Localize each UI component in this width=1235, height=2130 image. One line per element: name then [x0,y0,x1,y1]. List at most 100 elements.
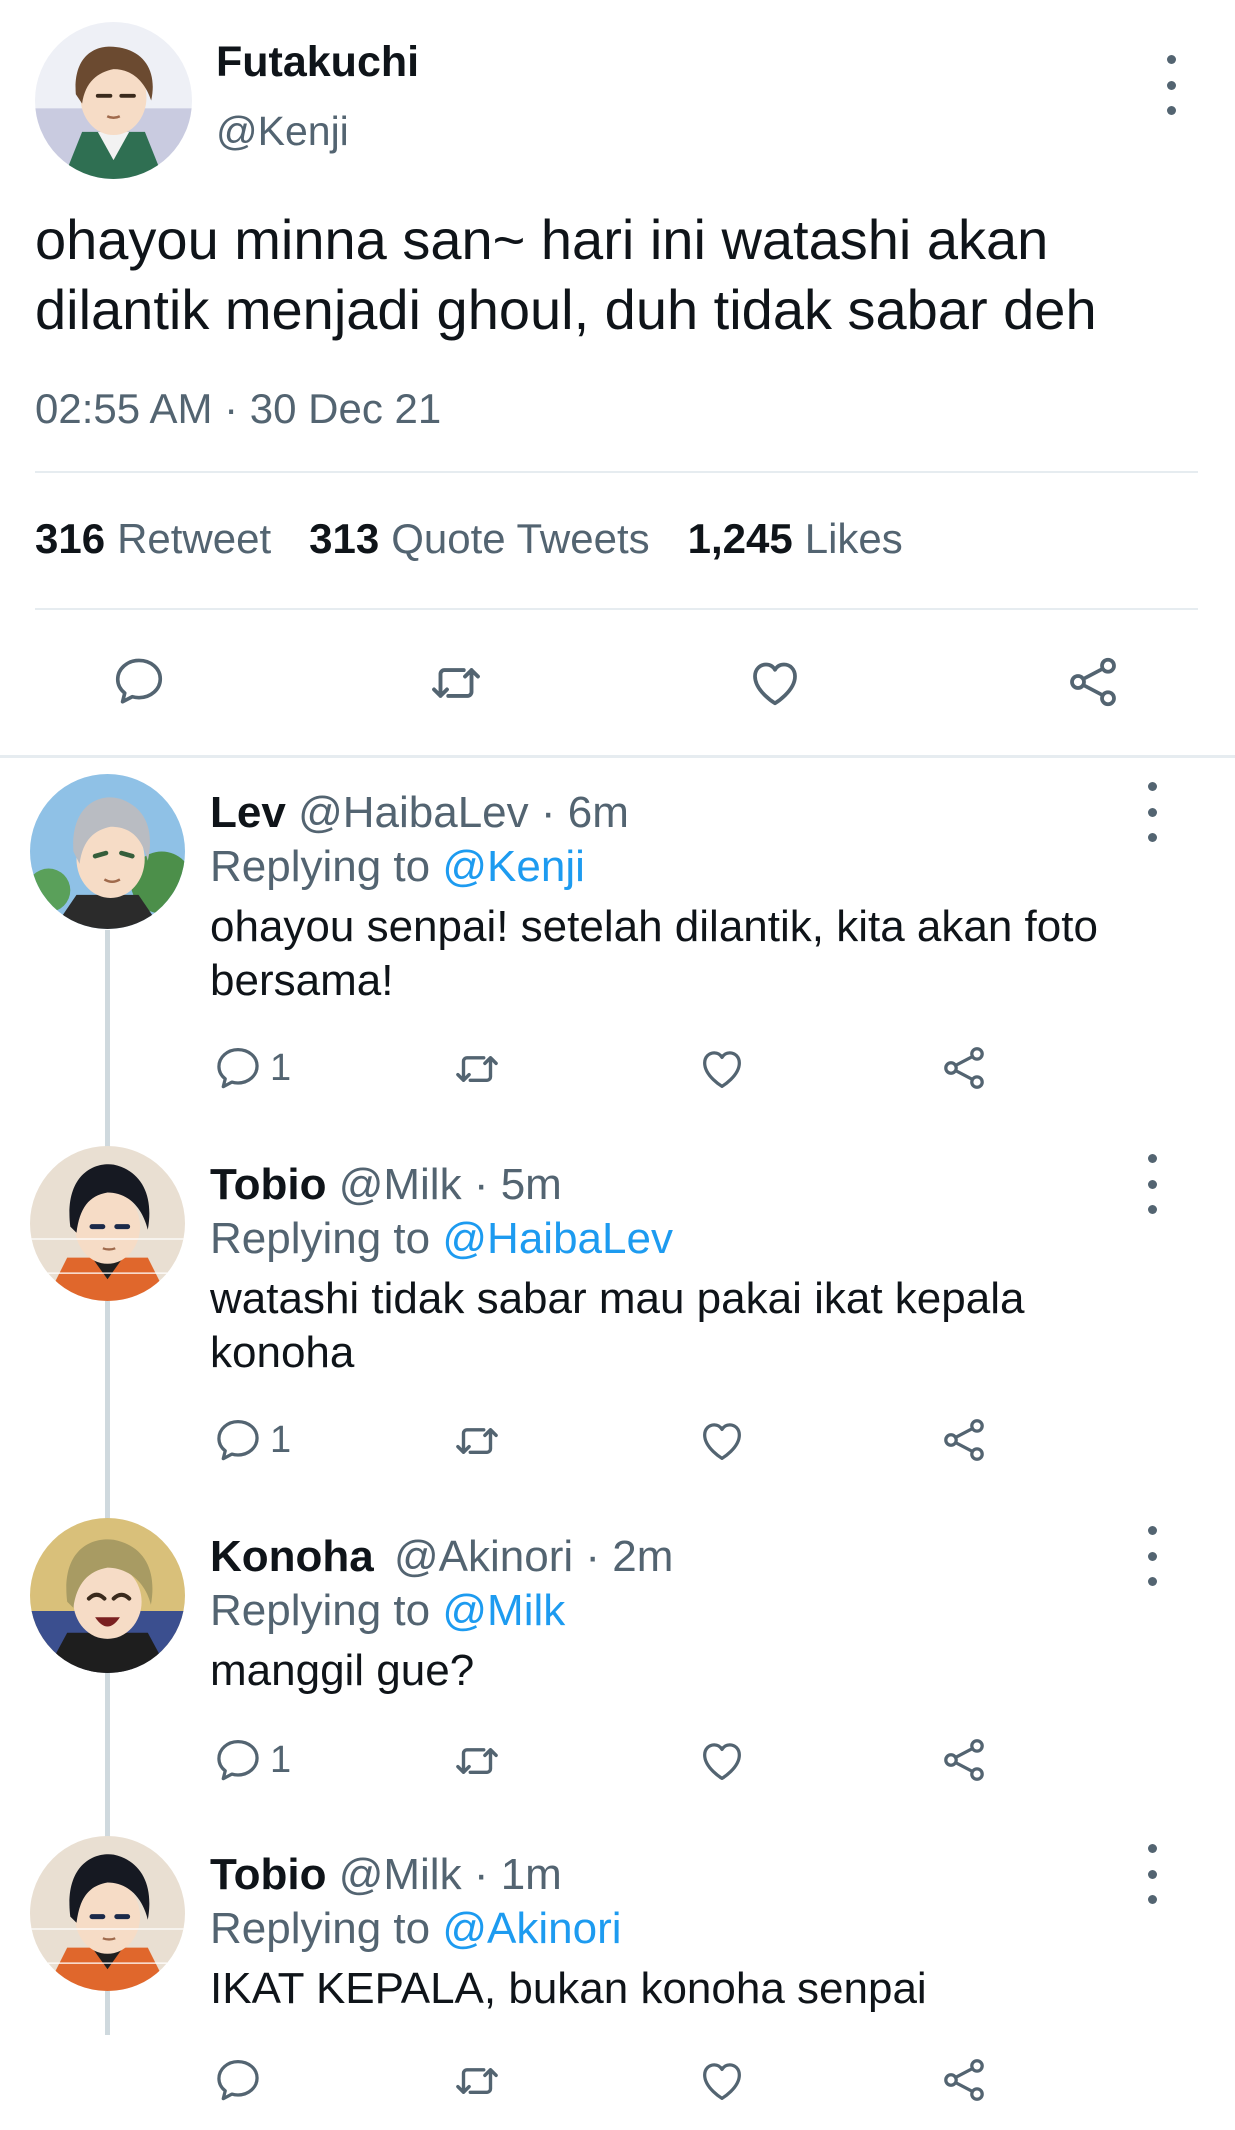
more-options-icon[interactable] [1140,1844,1164,1904]
avatar-image [30,1146,185,1301]
avatar-image [30,1836,185,1991]
reply-button[interactable] [212,2054,270,2106]
retweet-icon [450,1734,504,1788]
share-button[interactable] [1063,652,1123,712]
like-icon [696,2054,748,2106]
reply-header: Tobio @Milk · 1m [210,1850,562,1900]
reply-time: · 5m [473,1160,562,1209]
reply-icon [212,2054,264,2106]
avatar[interactable] [30,1518,185,1673]
mention-link[interactable]: @HaibaLev [442,1214,673,1263]
retweet-icon [450,1414,504,1468]
author-handle[interactable]: @HaibaLev [298,788,529,837]
stat-retweets[interactable]: 316 Retweet [35,515,271,563]
author-handle[interactable]: @Milk [339,1850,462,1899]
avatar[interactable] [30,1836,185,1991]
reply-header: Konoha @Akinori · 2m [210,1532,673,1582]
author-name[interactable]: Tobio [210,1850,326,1899]
reply-count: 1 [270,1046,292,1089]
share-icon [938,1734,990,1786]
author-handle[interactable]: @Milk [339,1160,462,1209]
reply-count: 1 [270,1738,292,1781]
reply-time: · 2m [585,1532,674,1581]
retweet-button[interactable] [450,2054,504,2108]
reply-header: Tobio @Milk · 5m [210,1160,562,1210]
divider [35,471,1198,473]
retweet-button[interactable] [450,1734,504,1788]
more-options-icon[interactable] [1159,55,1183,115]
like-button[interactable] [696,2054,748,2106]
reply-text: ohayou senpai! setelah dilantik, kita ak… [210,902,1098,1005]
reply-icon [212,1414,264,1466]
like-icon [696,1042,748,1094]
retweet-button[interactable] [425,652,487,714]
reply-icon [212,1042,264,1094]
reply-tweet[interactable]: Tobio @Milk · 1m Replying to @Akinori IK… [0,1832,1235,2130]
reply-text: watashi tidak sabar mau pakai ikat kepal… [210,1274,1025,1377]
like-icon [696,1734,748,1786]
avatar-image [35,22,192,179]
like-button[interactable] [696,1414,748,1466]
avatar-image [30,1518,185,1673]
reply-button[interactable]: 1 [212,1414,291,1466]
mention-link[interactable]: @Kenji [442,842,585,891]
reply-time: · 6m [540,788,629,837]
reply-tweet[interactable]: Lev @HaibaLev · 6m Replying to @Kenji oh… [0,770,1235,1140]
reply-count: 1 [270,1418,292,1461]
like-button[interactable] [696,1734,748,1786]
like-button[interactable] [696,1042,748,1094]
mention-link[interactable]: @Akinori [442,1904,621,1953]
section-divider [0,755,1235,758]
more-options-icon[interactable] [1140,1526,1164,1586]
replying-to: Replying to @Akinori [210,1904,622,1953]
stat-likes[interactable]: 1,245 Likes [688,515,903,563]
reply-tweet[interactable]: Konoha @Akinori · 2m Replying to @Milk m… [0,1514,1235,1832]
replying-to: Replying to @Kenji [210,842,585,891]
retweet-button[interactable] [450,1042,504,1096]
reply-header: Lev @HaibaLev · 6m [210,788,629,838]
share-icon [938,1042,990,1094]
avatar[interactable] [30,1146,185,1301]
reply-text: IKAT KEPALA, bukan konoha senpai [210,1964,927,2013]
retweet-icon [450,1042,504,1096]
avatar[interactable] [35,22,192,179]
main-tweet: Futakuchi @Kenji ohayou minna san~ hari … [0,0,1235,758]
tweet-stats: 316 Retweet 313 Quote Tweets 1,245 Likes [35,515,903,563]
tweet-timestamp[interactable]: 02:55 AM · 30 Dec 21 [35,385,441,433]
share-button[interactable] [938,1042,990,1094]
reply-time: · 1m [473,1850,562,1899]
mention-link[interactable]: @Milk [442,1586,565,1635]
share-button[interactable] [938,1734,990,1786]
reply-icon [110,652,168,710]
stat-quote-tweets[interactable]: 313 Quote Tweets [309,515,649,563]
tweet-text: ohayou minna san~ hari ini watashi akan … [35,208,1097,341]
share-icon [938,1414,990,1466]
author-handle[interactable]: @Akinori [394,1532,573,1581]
reply-button[interactable]: 1 [212,1734,291,1786]
reply-icon [212,1734,264,1786]
like-icon [696,1414,748,1466]
avatar[interactable] [30,774,185,929]
like-button[interactable] [745,652,805,712]
author-name[interactable]: Futakuchi [216,38,419,87]
avatar-image [30,774,185,929]
reply-button[interactable] [110,652,168,710]
more-options-icon[interactable] [1140,1154,1164,1214]
share-button[interactable] [938,1414,990,1466]
replying-to: Replying to @HaibaLev [210,1214,673,1263]
share-icon [938,2054,990,2106]
retweet-icon [450,2054,504,2108]
reply-button[interactable]: 1 [212,1042,291,1094]
retweet-button[interactable] [450,1414,504,1468]
more-options-icon[interactable] [1140,782,1164,842]
divider [35,608,1198,610]
author-name[interactable]: Lev [210,788,286,837]
share-button[interactable] [938,2054,990,2106]
author-name[interactable]: Konoha [210,1532,374,1581]
like-icon [745,652,805,712]
author-name[interactable]: Tobio [210,1160,326,1209]
author-handle[interactable]: @Kenji [216,108,349,155]
replying-to: Replying to @Milk [210,1586,566,1635]
reply-tweet[interactable]: Tobio @Milk · 5m Replying to @HaibaLev w… [0,1142,1235,1512]
retweet-icon [425,652,487,714]
